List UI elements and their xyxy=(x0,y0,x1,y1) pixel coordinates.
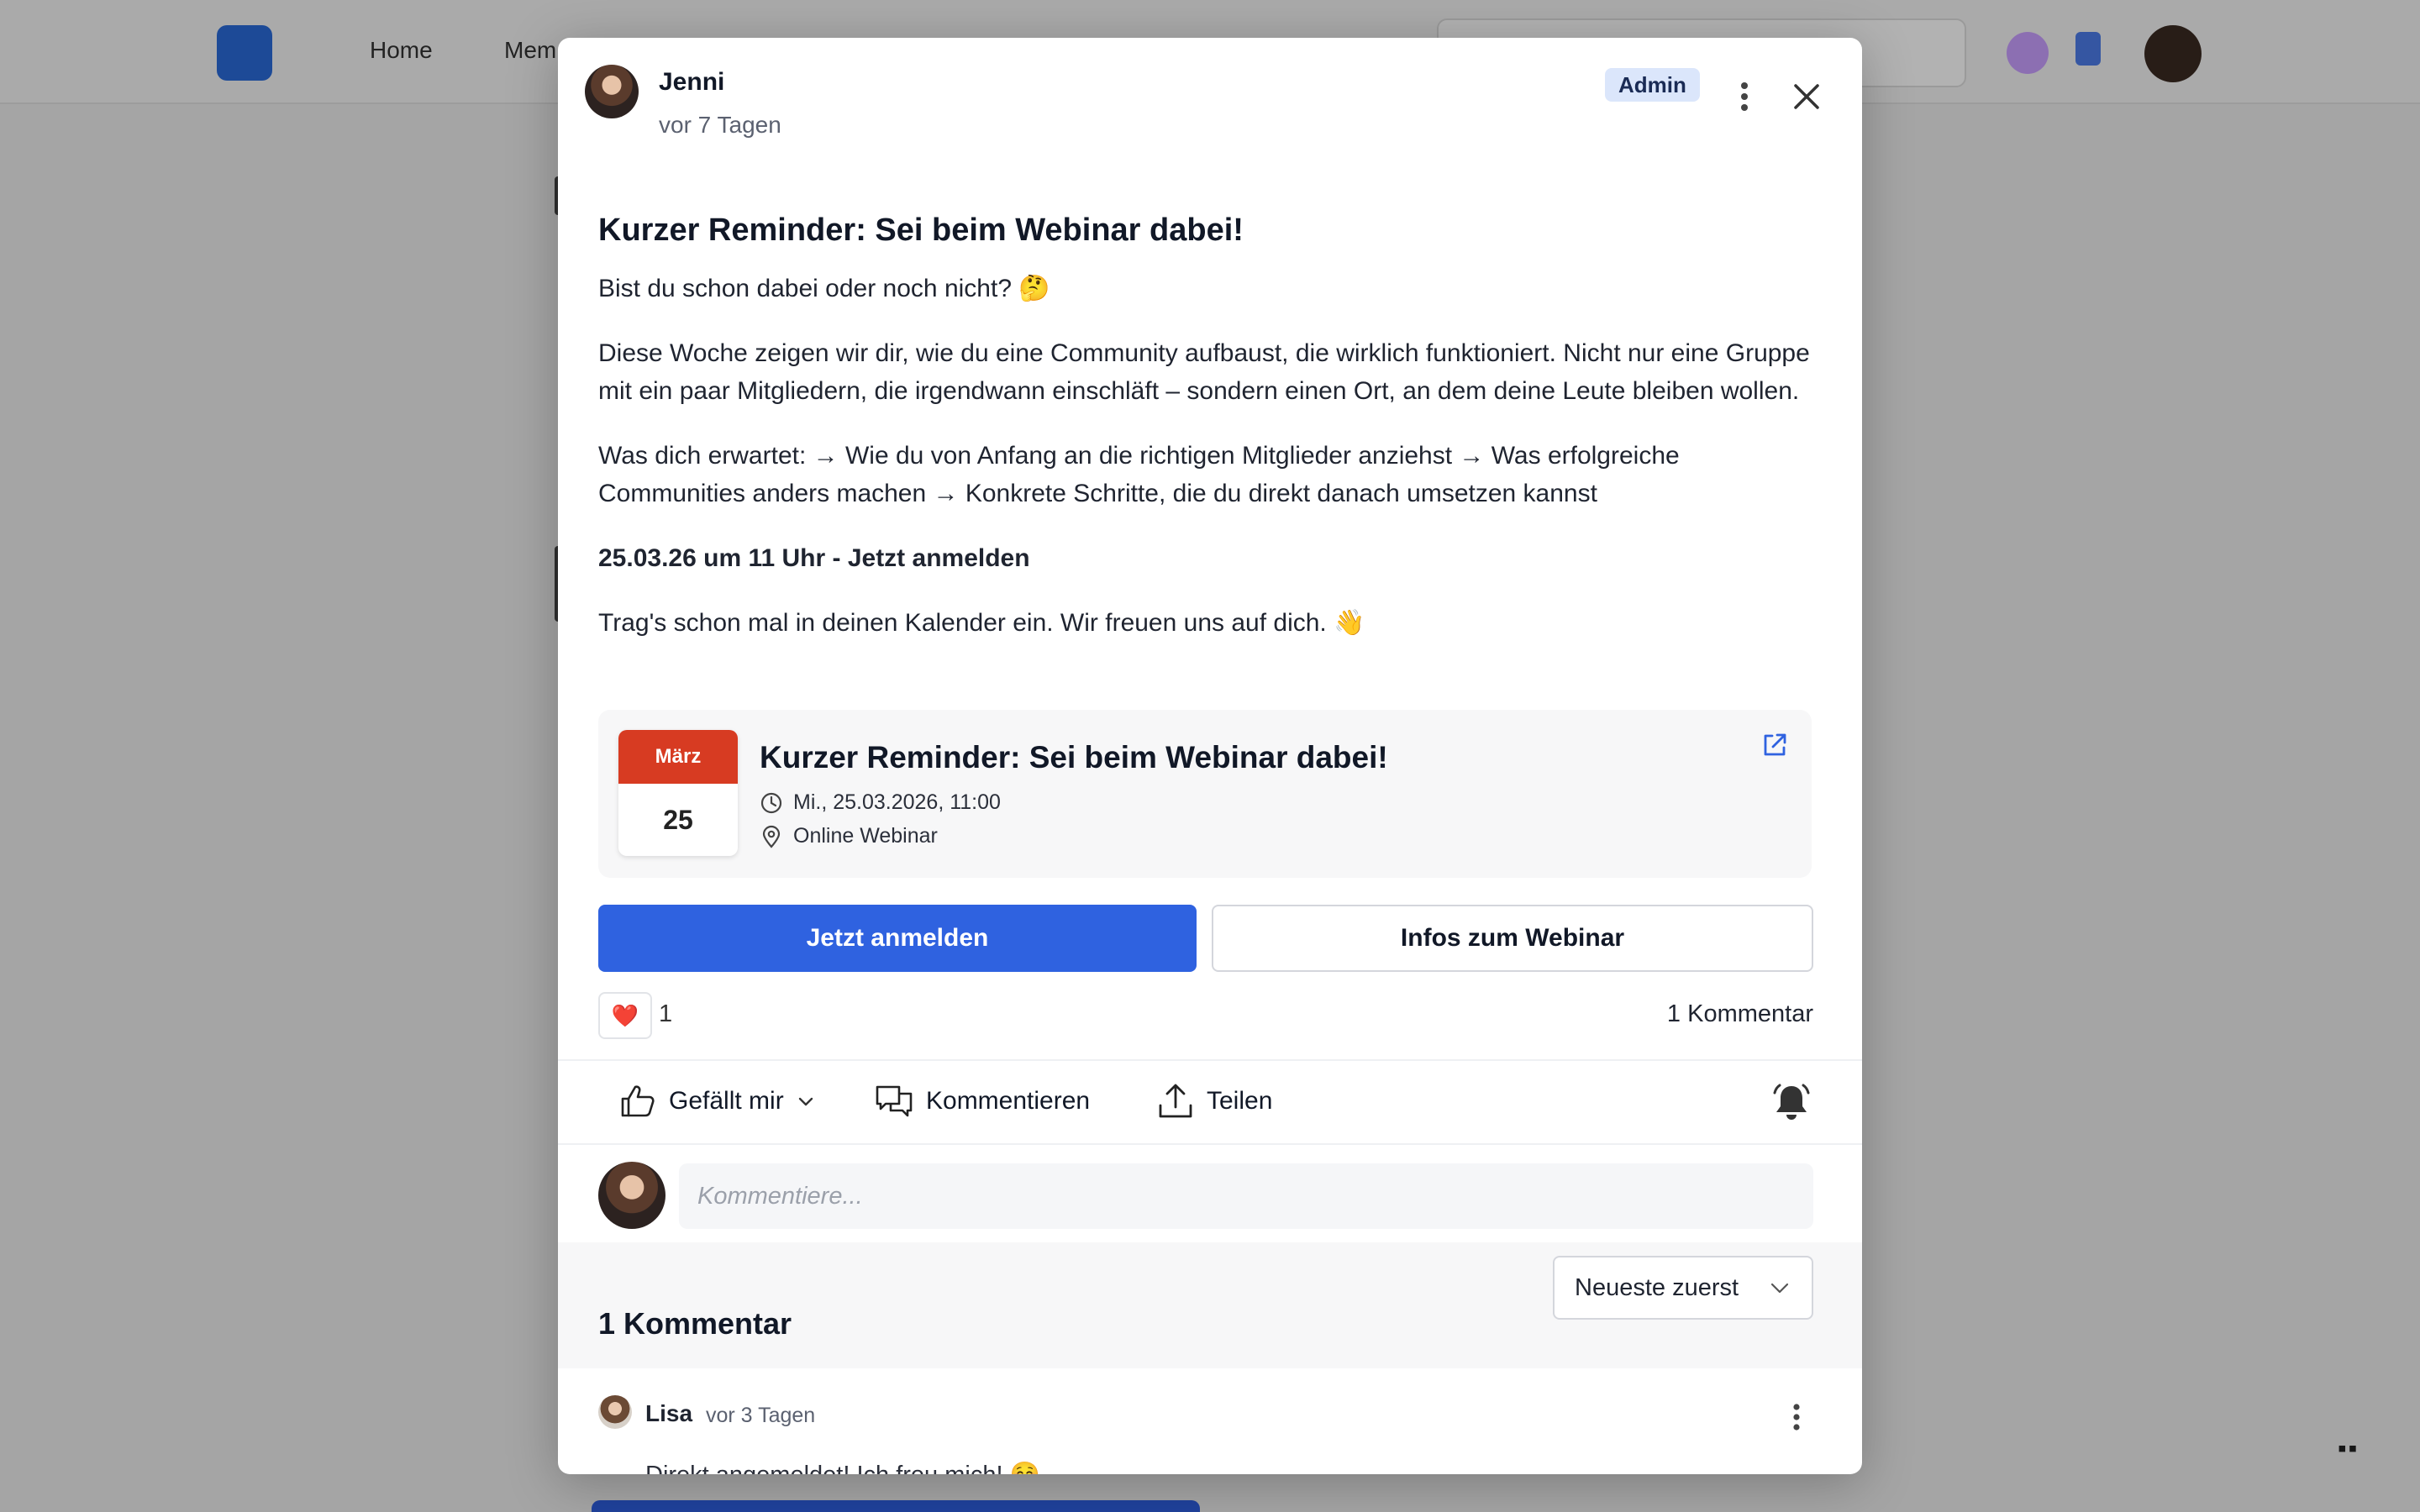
comment-label: Kommentieren xyxy=(926,1087,1091,1115)
more-vertical-icon xyxy=(1793,1404,1800,1431)
chevron-down-icon[interactable] xyxy=(796,1091,816,1111)
reaction-count: 1 xyxy=(659,1000,673,1027)
event-title[interactable]: Kurzer Reminder: Sei beim Webinar dabei! xyxy=(760,740,1388,775)
calendar-month: März xyxy=(618,730,738,784)
post-title: Kurzer Reminder: Sei beim Webinar dabei! xyxy=(598,213,1244,248)
event-card[interactable]: März 25 Kurzer Reminder: Sei beim Webina… xyxy=(598,710,1812,878)
comment-bubble-icon xyxy=(876,1085,913,1117)
comment-button[interactable]: Kommentieren xyxy=(874,1076,1090,1126)
post-paragraph: Trag's schon mal in deinen Kalender ein.… xyxy=(598,609,1365,637)
share-upload-icon xyxy=(1159,1084,1192,1118)
open-external-button[interactable] xyxy=(1758,728,1791,762)
comment-timestamp: vor 3 Tagen xyxy=(706,1404,816,1427)
heart-reaction-button[interactable]: ❤️ xyxy=(598,992,652,1039)
clock-icon xyxy=(760,792,782,813)
post-paragraph-date: 25.03.26 um 11 Uhr - Jetzt anmelden xyxy=(598,544,1030,572)
comments-title: 1 Kommentar xyxy=(598,1306,792,1341)
like-label: Gefällt mir xyxy=(669,1087,784,1115)
sort-selected-value: Neueste zuerst xyxy=(1575,1273,1739,1301)
comment-count-link[interactable]: 1 Kommentar xyxy=(1667,1000,1813,1028)
close-icon xyxy=(1794,84,1819,109)
chevron-down-icon xyxy=(1770,1283,1789,1294)
divider xyxy=(558,1059,1862,1061)
post-body: Bist du schon dabei oder noch nicht? 🤔 D… xyxy=(598,270,1825,669)
more-vertical-icon xyxy=(1741,82,1748,111)
comment-author-avatar[interactable] xyxy=(598,1395,632,1429)
admin-badge: Admin xyxy=(1605,68,1700,102)
post-paragraph: Was dich erwartet: → Wie du von Anfang a… xyxy=(598,442,1680,507)
divider xyxy=(558,1143,1862,1145)
webinar-info-button[interactable]: Infos zum Webinar xyxy=(1212,905,1813,972)
event-datetime: Mi., 25.03.2026, 11:00 xyxy=(793,790,1001,814)
comment-input[interactable] xyxy=(679,1163,1813,1229)
external-link-icon xyxy=(1764,733,1786,756)
post-paragraph: Bist du schon dabei oder noch nicht? 🤔 xyxy=(598,275,1050,302)
share-button[interactable]: Teilen xyxy=(1156,1076,1272,1126)
notification-bell-button[interactable] xyxy=(1770,1081,1813,1125)
author-avatar[interactable] xyxy=(585,65,639,118)
calendar-day: 25 xyxy=(663,805,693,835)
author-name[interactable]: Jenni xyxy=(659,68,724,97)
heart-icon: ❤️ xyxy=(611,1002,639,1028)
calendar-date-badge: März 25 xyxy=(618,730,738,856)
close-button[interactable] xyxy=(1781,71,1832,122)
event-location: Online Webinar xyxy=(793,824,938,848)
register-button[interactable]: Jetzt anmelden xyxy=(598,905,1197,972)
thumbs-up-icon xyxy=(621,1085,655,1117)
like-button[interactable]: Gefällt mir xyxy=(618,1076,816,1126)
post-timestamp: vor 7 Tagen xyxy=(659,112,781,138)
event-datetime-row: Mi., 25.03.2026, 11:00 xyxy=(760,790,1001,815)
comment-more-button[interactable] xyxy=(1780,1399,1813,1436)
comment-author[interactable]: Lisa xyxy=(645,1400,692,1427)
comment-text: Direkt angemeldet! Ich freu mich! ☺️ xyxy=(645,1461,1040,1474)
more-options-button[interactable] xyxy=(1726,71,1763,122)
location-pin-icon xyxy=(762,825,781,848)
post-modal: Jenni vor 7 Tagen Admin Kurzer Reminder:… xyxy=(558,38,1862,1474)
share-label: Teilen xyxy=(1207,1087,1273,1115)
current-user-avatar xyxy=(598,1162,666,1229)
event-location-row: Online Webinar xyxy=(760,824,938,848)
comment-sort-select[interactable]: Neueste zuerst xyxy=(1553,1256,1813,1320)
post-paragraph: Diese Woche zeigen wir dir, wie du eine … xyxy=(598,339,1810,405)
bell-icon xyxy=(1773,1084,1810,1120)
